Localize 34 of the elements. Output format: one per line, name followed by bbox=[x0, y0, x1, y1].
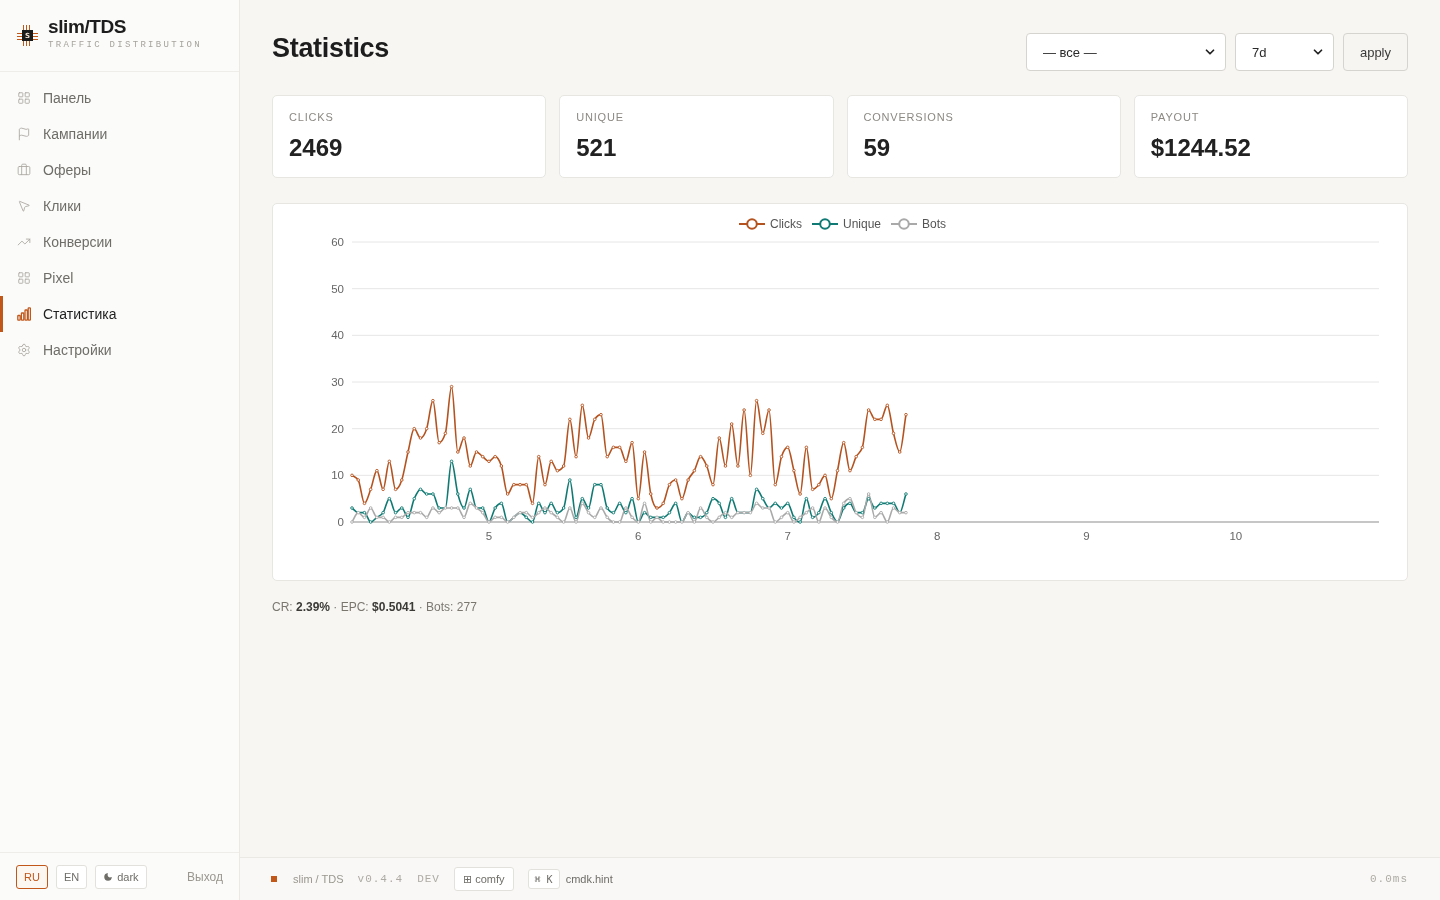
version-label: v0.4.4 bbox=[357, 873, 404, 885]
stat-value: 2469 bbox=[289, 134, 344, 162]
stats-summary: CR: 2.39% · EPC: $0.5041 · Bots: 277 bbox=[272, 599, 477, 615]
y-axis-label: 50 bbox=[331, 282, 344, 295]
brand-name: slim/TDS bbox=[48, 16, 128, 38]
y-axis-label: 30 bbox=[331, 376, 344, 388]
stat-value: 59 bbox=[863, 134, 892, 162]
x-axis-label: 5 bbox=[485, 530, 493, 542]
y-axis-label: 10 bbox=[331, 469, 344, 482]
y-axis-label: 0 bbox=[337, 516, 344, 528]
shortcut-hint: cmdk.hint bbox=[565, 873, 613, 885]
x-axis-label: 10 bbox=[1229, 530, 1243, 542]
env-label: DEV bbox=[417, 873, 440, 885]
x-axis-label: 9 bbox=[1083, 530, 1090, 542]
stat-label: UNIQUE bbox=[576, 110, 625, 124]
stat-value: $1244.52 bbox=[1150, 134, 1252, 162]
timing-label: 0.0ms bbox=[1370, 873, 1408, 885]
legend-label: Clicks bbox=[769, 217, 802, 231]
y-axis-label: 40 bbox=[331, 329, 344, 342]
legend-label: Bots bbox=[922, 217, 946, 231]
y-axis-label: 20 bbox=[331, 422, 344, 435]
page-title: Statistics bbox=[272, 32, 390, 64]
x-axis-label: 6 bbox=[635, 530, 642, 542]
stat-label: PAYOUT bbox=[1150, 110, 1201, 124]
shortcut-key: ⌘ K bbox=[527, 869, 560, 889]
x-axis-label: 7 bbox=[784, 530, 791, 542]
stat-label: CONVERSIONS bbox=[863, 110, 955, 124]
y-axis-label: 60 bbox=[331, 236, 344, 248]
brand-tagline: TRAFFIC DISTRIBUTION bbox=[48, 40, 203, 51]
legend-label: Unique bbox=[842, 217, 881, 231]
stat-value: 521 bbox=[576, 134, 618, 162]
x-axis-label: 8 bbox=[933, 530, 941, 542]
stat-label: CLICKS bbox=[289, 110, 335, 124]
status-brand: slim / TDS bbox=[293, 873, 344, 885]
